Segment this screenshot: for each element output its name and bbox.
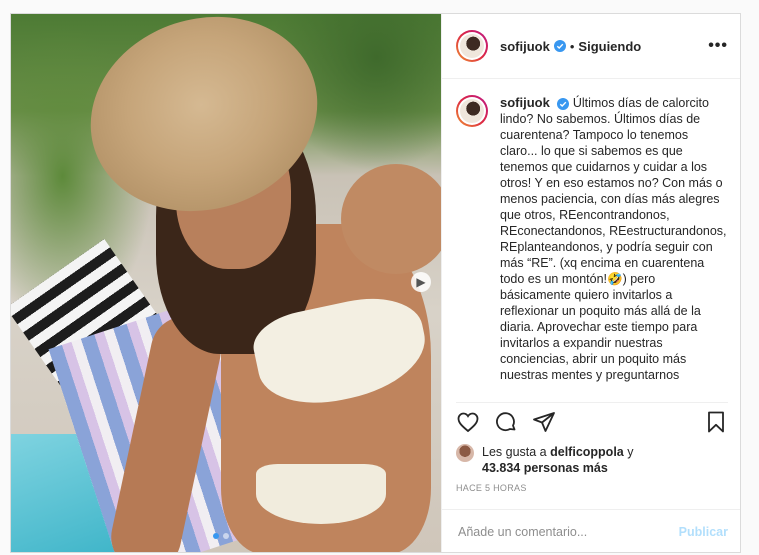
likes-summary: Les gusta a delficoppola y 43.834 person… bbox=[456, 444, 728, 476]
post-photo[interactable]: ▶ bbox=[11, 14, 441, 552]
likes-connector: y bbox=[627, 445, 634, 459]
comment-form: Publicar bbox=[442, 509, 740, 552]
action-bar bbox=[456, 402, 728, 441]
following-button[interactable]: Siguiendo bbox=[578, 39, 641, 54]
carousel-dot-active bbox=[213, 533, 219, 539]
carousel-dots bbox=[213, 533, 229, 539]
caption-username[interactable]: sofijuok bbox=[500, 95, 550, 110]
caption-text-block: sofijuok Últimos días de calorcito lindo… bbox=[500, 95, 728, 397]
share-icon[interactable] bbox=[532, 410, 556, 434]
caption-avatar[interactable] bbox=[456, 95, 488, 127]
carousel-dot bbox=[223, 533, 229, 539]
comment-icon[interactable] bbox=[494, 410, 518, 434]
likes-prefix: Les gusta a bbox=[482, 445, 547, 459]
bikini-bottom bbox=[256, 464, 386, 524]
likes-others-link[interactable]: 43.834 personas más bbox=[482, 461, 608, 475]
more-options-icon[interactable]: ••• bbox=[708, 37, 728, 55]
post-timestamp[interactable]: HACE 5 HORAS bbox=[456, 483, 527, 493]
next-arrow-icon[interactable]: ▶ bbox=[411, 272, 431, 292]
caption-text: Últimos días de calorcito lindo? No sabe… bbox=[500, 96, 727, 382]
liker-username[interactable]: delficoppola bbox=[550, 445, 624, 459]
comment-input[interactable] bbox=[456, 524, 679, 540]
shoulder bbox=[341, 164, 441, 274]
publish-button[interactable]: Publicar bbox=[679, 525, 728, 539]
liker-avatar[interactable] bbox=[456, 444, 474, 462]
post-sidebar: sofijuok • Siguiendo ••• sofijuok Último… bbox=[441, 14, 740, 552]
author-username[interactable]: sofijuok bbox=[500, 39, 550, 54]
verified-badge-icon bbox=[553, 40, 566, 52]
post-card: ▶ sofijuok • Siguiendo ••• sofijuok Últi… bbox=[10, 13, 741, 553]
caption-area: sofijuok Últimos días de calorcito lindo… bbox=[442, 79, 740, 397]
author-avatar[interactable] bbox=[456, 30, 488, 62]
verified-badge-icon bbox=[557, 97, 570, 110]
header-separator: • bbox=[569, 38, 575, 54]
heart-icon[interactable] bbox=[456, 410, 480, 434]
bookmark-icon[interactable] bbox=[704, 410, 728, 434]
post-header: sofijuok • Siguiendo ••• bbox=[442, 14, 740, 79]
